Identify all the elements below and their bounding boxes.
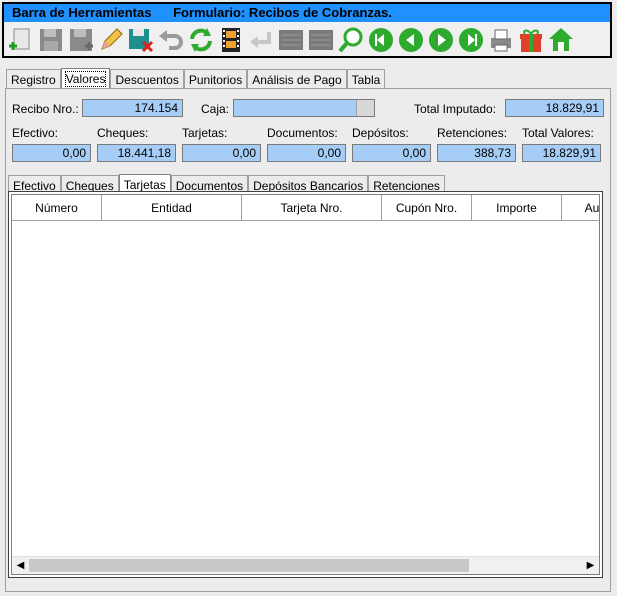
printer-icon[interactable] bbox=[486, 25, 515, 55]
caja-select[interactable] bbox=[233, 99, 375, 117]
column-header-au[interactable]: Au bbox=[562, 195, 599, 221]
tarjetas-label: Tarjetas: bbox=[182, 126, 228, 140]
scroll-right-icon[interactable]: ▶ bbox=[582, 557, 599, 574]
depositos-field[interactable]: 0,00 bbox=[352, 144, 431, 162]
grid-header: Número Entidad Tarjeta Nro. Cupón Nro. I… bbox=[12, 195, 599, 221]
retenciones-field[interactable]: 388,73 bbox=[437, 144, 516, 162]
tab-registro[interactable]: Registro bbox=[6, 69, 61, 90]
recibo-label: Recibo Nro.: bbox=[12, 102, 79, 116]
gift-icon[interactable] bbox=[516, 25, 545, 55]
search-icon[interactable] bbox=[336, 25, 365, 55]
total-valores-label: Total Valores: bbox=[522, 126, 594, 140]
column-header-importe[interactable]: Importe bbox=[472, 195, 562, 221]
scroll-left-icon[interactable]: ◀ bbox=[12, 557, 29, 574]
edit-icon[interactable] bbox=[96, 25, 125, 55]
save-delete-icon[interactable] bbox=[126, 25, 155, 55]
grid-body[interactable]: Número Entidad Tarjeta Nro. Cupón Nro. I… bbox=[11, 194, 600, 575]
chevron-down-icon[interactable] bbox=[356, 100, 374, 116]
documentos-label: Documentos: bbox=[267, 126, 338, 140]
tab-label: Análisis de Pago bbox=[252, 73, 342, 87]
tab-label: Punitorios bbox=[188, 73, 243, 87]
column-header-cupon-nro[interactable]: Cupón Nro. bbox=[382, 195, 472, 221]
cheques-label: Cheques: bbox=[97, 126, 149, 140]
toolbar-icons bbox=[6, 24, 576, 56]
toolbar-title: Barra de Herramientas bbox=[12, 5, 152, 20]
column-header-tarjeta-nro[interactable]: Tarjeta Nro. bbox=[242, 195, 382, 221]
home-icon[interactable] bbox=[546, 25, 575, 55]
tarjetas-field[interactable]: 0,00 bbox=[182, 144, 261, 162]
form-title: Formulario: Recibos de Cobranzas. bbox=[173, 5, 392, 20]
recibo-field[interactable]: 174.154 bbox=[82, 99, 183, 117]
horizontal-scrollbar[interactable]: ◀ ▶ bbox=[12, 556, 599, 574]
new-icon[interactable] bbox=[6, 25, 35, 55]
prev-icon[interactable] bbox=[396, 25, 425, 55]
tab-tabla[interactable]: Tabla bbox=[346, 69, 386, 90]
last-icon[interactable] bbox=[456, 25, 485, 55]
first-icon[interactable] bbox=[366, 25, 395, 55]
column-header-entidad[interactable]: Entidad bbox=[102, 195, 242, 221]
total-imputado-label: Total Imputado: bbox=[414, 102, 497, 116]
scrollbar-thumb[interactable] bbox=[29, 559, 469, 572]
tab-label: Tarjetas bbox=[123, 178, 166, 192]
documentos-field[interactable]: 0,00 bbox=[267, 144, 346, 162]
list2-icon[interactable] bbox=[306, 25, 335, 55]
back-icon[interactable] bbox=[246, 25, 275, 55]
total-imputado-field[interactable]: 18.829,91 bbox=[505, 99, 604, 117]
depositos-label: Depósitos: bbox=[352, 126, 409, 140]
film-icon[interactable] bbox=[216, 25, 245, 55]
save-icon[interactable] bbox=[36, 25, 65, 55]
main-tabs: Registro Valores Descuentos Punitorios A… bbox=[6, 67, 386, 91]
toolbar: Barra de Herramientas Formulario: Recibo… bbox=[2, 2, 612, 58]
save-new-icon[interactable] bbox=[66, 25, 95, 55]
tab-label: Tabla bbox=[351, 73, 381, 87]
caja-label: Caja: bbox=[201, 102, 230, 116]
refresh-icon[interactable] bbox=[186, 25, 215, 55]
efectivo-label: Efectivo: bbox=[12, 126, 59, 140]
toolbar-title-bar: Barra de Herramientas Formulario: Recibo… bbox=[4, 4, 610, 22]
retenciones-label: Retenciones: bbox=[437, 126, 508, 140]
cheques-field[interactable]: 18.441,18 bbox=[97, 144, 176, 162]
efectivo-field[interactable]: 0,00 bbox=[12, 144, 91, 162]
tab-label: Registro bbox=[11, 73, 56, 87]
tab-punitorios[interactable]: Punitorios bbox=[183, 69, 248, 90]
next-icon[interactable] bbox=[426, 25, 455, 55]
total-valores-field[interactable]: 18.829,91 bbox=[522, 144, 601, 162]
column-header-numero[interactable]: Número bbox=[12, 195, 102, 221]
tab-analisis-de-pago[interactable]: Análisis de Pago bbox=[247, 69, 347, 90]
tab-descuentos[interactable]: Descuentos bbox=[110, 69, 184, 90]
tab-label: Descuentos bbox=[115, 73, 179, 87]
list-icon[interactable] bbox=[276, 25, 305, 55]
tab-label: Valores bbox=[64, 71, 107, 87]
undo-icon[interactable] bbox=[156, 25, 185, 55]
tarjetas-grid: Número Entidad Tarjeta Nro. Cupón Nro. I… bbox=[8, 191, 603, 578]
